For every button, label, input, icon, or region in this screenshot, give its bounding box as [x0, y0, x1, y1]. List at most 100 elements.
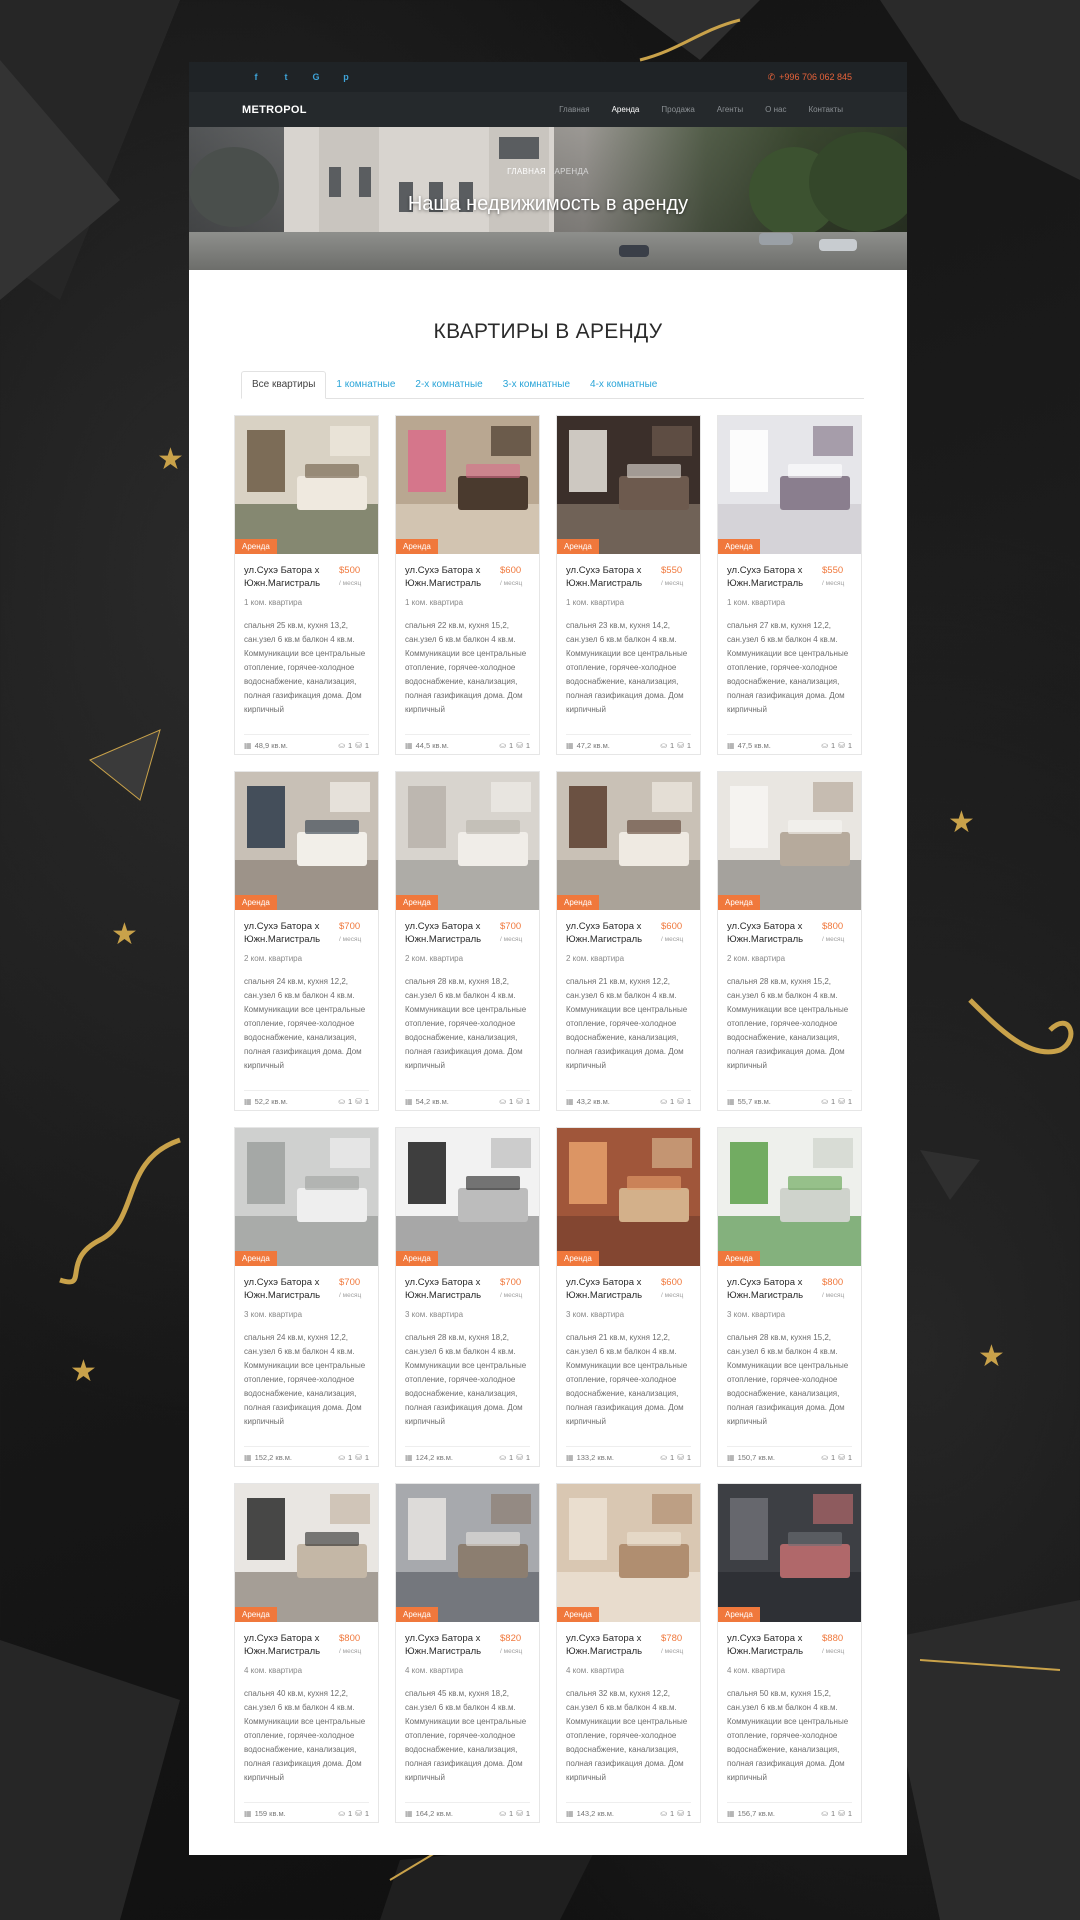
listing-card-11[interactable]: Аренда ул.Сухэ Батора х Южн.Магистраль $…: [556, 1127, 701, 1467]
tab-all[interactable]: Все квартиры: [241, 371, 327, 399]
pinterest-icon[interactable]: p: [341, 72, 351, 82]
listing-area: 143,2 кв.м.: [576, 1809, 615, 1818]
listing-card-4[interactable]: Аренда ул.Сухэ Батора х Южн.Магистраль $…: [717, 415, 862, 755]
nav-item-contacts[interactable]: Контакты: [808, 105, 843, 114]
nav-item-about[interactable]: О нас: [765, 105, 786, 114]
area-icon: ▦: [405, 741, 413, 750]
listing-photo[interactable]: Аренда: [396, 772, 539, 910]
price-period: / месяц: [500, 580, 523, 587]
listing-price: $780: [661, 1633, 683, 1644]
listing-photo[interactable]: Аренда: [557, 416, 700, 554]
listing-photo[interactable]: Аренда: [235, 1484, 378, 1622]
listing-address[interactable]: ул.Сухэ Батора х Южн.Магистраль: [727, 1632, 817, 1658]
listing-card-14[interactable]: Аренда ул.Сухэ Батора х Южн.Магистраль $…: [395, 1483, 540, 1823]
listing-photo[interactable]: Аренда: [235, 1128, 378, 1266]
area-icon: ▦: [727, 741, 735, 750]
listing-card-9[interactable]: Аренда ул.Сухэ Батора х Южн.Магистраль $…: [234, 1127, 379, 1467]
listing-footer: ▦ 44,5 кв.м. ⛀ 1 ⛁ 1: [405, 734, 530, 756]
nav-item-rent[interactable]: Аренда: [612, 105, 640, 114]
listing-body: ул.Сухэ Батора х Южн.Магистраль $600 / м…: [557, 1266, 700, 1468]
listing-card-8[interactable]: Аренда ул.Сухэ Батора х Южн.Магистраль $…: [717, 771, 862, 1111]
rent-badge: Аренда: [718, 1607, 760, 1622]
listing-photo-image: [396, 1484, 539, 1622]
listing-card-3[interactable]: Аренда ул.Сухэ Батора х Южн.Магистраль $…: [556, 415, 701, 755]
google-plus-icon[interactable]: G: [311, 72, 321, 82]
listing-address[interactable]: ул.Сухэ Батора х Южн.Магистраль: [727, 564, 817, 590]
listing-card-2[interactable]: Аренда ул.Сухэ Батора х Южн.Магистраль $…: [395, 415, 540, 755]
rent-badge: Аренда: [396, 539, 438, 554]
listing-address[interactable]: ул.Сухэ Батора х Южн.Магистраль: [566, 1276, 656, 1302]
listing-address[interactable]: ул.Сухэ Батора х Южн.Магистраль: [566, 920, 656, 946]
logo[interactable]: METROPOL: [242, 104, 307, 116]
listing-address[interactable]: ул.Сухэ Батора х Южн.Магистраль: [244, 920, 334, 946]
listing-address[interactable]: ул.Сухэ Батора х Южн.Магистраль: [727, 920, 817, 946]
bed-icon: ⛁: [838, 1097, 845, 1106]
hero-banner: ГЛАВНАЯ АРЕНДА Наша недвижимость в аренд…: [189, 127, 907, 270]
listing-photo[interactable]: Аренда: [718, 1128, 861, 1266]
listing-type: 4 ком. квартира: [405, 1666, 464, 1675]
bed-icon: ⛁: [838, 1453, 845, 1462]
listing-body: ул.Сухэ Батора х Южн.Магистраль $700 / м…: [396, 1266, 539, 1468]
listing-card-1[interactable]: Аренда ул.Сухэ Батора х Южн.Магистраль $…: [234, 415, 379, 755]
listing-footer: ▦ 54,2 кв.м. ⛀ 1 ⛁ 1: [405, 1090, 530, 1112]
listing-photo[interactable]: Аренда: [396, 1484, 539, 1622]
listing-area: 159 кв.м.: [254, 1809, 286, 1818]
nav-item-agents[interactable]: Агенты: [717, 105, 743, 114]
listing-photo[interactable]: Аренда: [396, 416, 539, 554]
listing-card-16[interactable]: Аренда ул.Сухэ Батора х Южн.Магистраль $…: [717, 1483, 862, 1823]
listing-address[interactable]: ул.Сухэ Батора х Южн.Магистраль: [244, 564, 334, 590]
listing-card-12[interactable]: Аренда ул.Сухэ Батора х Южн.Магистраль $…: [717, 1127, 862, 1467]
breadcrumb-home[interactable]: ГЛАВНАЯ: [507, 167, 546, 176]
listing-card-15[interactable]: Аренда ул.Сухэ Батора х Южн.Магистраль $…: [556, 1483, 701, 1823]
listing-description: спальня 25 кв.м, кухня 13,2, сан.узел 6 …: [244, 621, 366, 714]
listing-card-6[interactable]: Аренда ул.Сухэ Батора х Южн.Магистраль $…: [395, 771, 540, 1111]
listing-address[interactable]: ул.Сухэ Батора х Южн.Магистраль: [244, 1276, 334, 1302]
bed-icon: ⛁: [838, 1809, 845, 1818]
listing-address[interactable]: ул.Сухэ Батора х Южн.Магистраль: [405, 564, 495, 590]
listing-photo[interactable]: Аренда: [718, 416, 861, 554]
listing-address[interactable]: ул.Сухэ Батора х Южн.Магистраль: [566, 564, 656, 590]
listing-photo[interactable]: Аренда: [235, 772, 378, 910]
listing-beds: 1: [364, 1809, 369, 1818]
price-period: / месяц: [339, 1648, 362, 1655]
listing-card-7[interactable]: Аренда ул.Сухэ Батора х Южн.Магистраль $…: [556, 771, 701, 1111]
listing-area: 150,7 кв.м.: [737, 1453, 776, 1462]
listing-photo[interactable]: Аренда: [235, 416, 378, 554]
listing-photo[interactable]: Аренда: [718, 772, 861, 910]
tab-3-room[interactable]: 3-х комнатные: [493, 379, 580, 398]
phone-link[interactable]: ✆ +996 706 062 845: [768, 72, 852, 83]
listing-baths: 1: [508, 1453, 514, 1462]
listing-beds: 1: [847, 1097, 852, 1106]
listing-address[interactable]: ул.Сухэ Батора х Южн.Магистраль: [727, 1276, 817, 1302]
listing-baths: 1: [347, 1453, 353, 1462]
listing-body: ул.Сухэ Батора х Южн.Магистраль $700 / м…: [235, 910, 378, 1112]
listing-footer: ▦ 159 кв.м. ⛀ 1 ⛁ 1: [244, 1802, 369, 1824]
listing-type: 4 ком. квартира: [244, 1666, 303, 1675]
bath-icon: ⛀: [660, 741, 667, 750]
listing-card-10[interactable]: Аренда ул.Сухэ Батора х Южн.Магистраль $…: [395, 1127, 540, 1467]
listing-address[interactable]: ул.Сухэ Батора х Южн.Магистраль: [405, 920, 495, 946]
listing-type: 2 ком. квартира: [566, 954, 625, 963]
twitter-icon[interactable]: t: [281, 72, 291, 82]
listing-card-13[interactable]: Аренда ул.Сухэ Батора х Южн.Магистраль $…: [234, 1483, 379, 1823]
area-icon: ▦: [244, 1097, 252, 1106]
listing-photo[interactable]: Аренда: [557, 1128, 700, 1266]
listing-address[interactable]: ул.Сухэ Батора х Южн.Магистраль: [405, 1632, 495, 1658]
tab-2-room[interactable]: 2-х комнатные: [405, 379, 492, 398]
tab-1-room[interactable]: 1 комнатные: [326, 379, 405, 398]
listing-address[interactable]: ул.Сухэ Батора х Южн.Магистраль: [566, 1632, 656, 1658]
bath-icon: ⛀: [821, 1453, 828, 1462]
listing-card-5[interactable]: Аренда ул.Сухэ Батора х Южн.Магистраль $…: [234, 771, 379, 1111]
facebook-icon[interactable]: f: [251, 72, 261, 82]
listing-photo[interactable]: Аренда: [557, 772, 700, 910]
listing-photo[interactable]: Аренда: [396, 1128, 539, 1266]
listing-photo-image: [557, 1484, 700, 1622]
listing-photo[interactable]: Аренда: [718, 1484, 861, 1622]
nav-item-sale[interactable]: Продажа: [661, 105, 694, 114]
nav-item-home[interactable]: Главная: [559, 105, 589, 114]
tab-4-room[interactable]: 4-х комнатные: [580, 379, 667, 398]
listing-address[interactable]: ул.Сухэ Батора х Южн.Магистраль: [405, 1276, 495, 1302]
rent-badge: Аренда: [718, 895, 760, 910]
listing-address[interactable]: ул.Сухэ Батора х Южн.Магистраль: [244, 1632, 334, 1658]
listing-photo[interactable]: Аренда: [557, 1484, 700, 1622]
